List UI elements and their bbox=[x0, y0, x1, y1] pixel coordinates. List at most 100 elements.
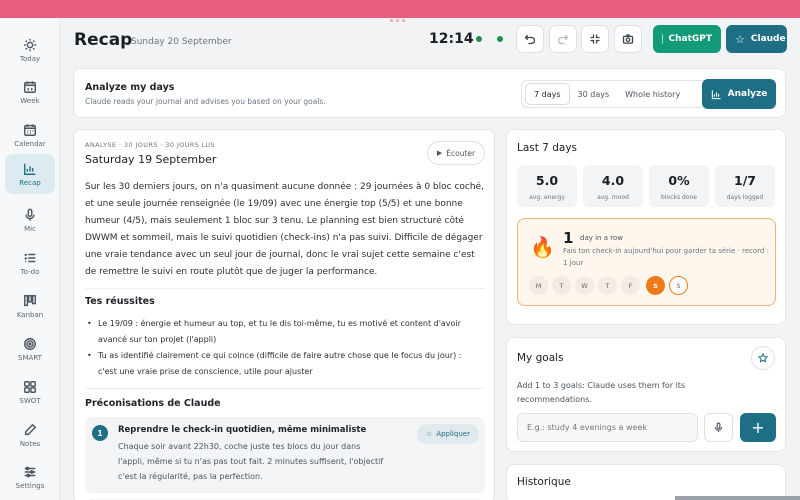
compact-view-button[interactable] bbox=[581, 25, 609, 53]
recommendation-title: Reprendre le check-in quotidien, même mi… bbox=[118, 425, 367, 435]
chatgpt-button[interactable]: ChatGPT bbox=[653, 25, 721, 53]
chart-icon bbox=[24, 163, 36, 175]
streak-day: T bbox=[552, 276, 571, 295]
recommendation-text: Chaque soir avant 22h30, coche juste tes… bbox=[118, 442, 384, 481]
sidebar-item-label: Recap bbox=[19, 178, 41, 187]
undo-button[interactable] bbox=[516, 25, 544, 53]
stat-value: 4.0 bbox=[601, 173, 625, 188]
apply-button-label: Appliquer bbox=[436, 430, 470, 438]
star-icon: ☆ bbox=[735, 32, 745, 46]
window-titlebar bbox=[0, 0, 800, 22]
sidebar-item-swot[interactable]: SWOT bbox=[5, 372, 55, 412]
listen-button-label: Écouter bbox=[446, 148, 476, 158]
sidebar-item-settings[interactable]: Settings bbox=[5, 457, 55, 497]
analyze-title: Analyze my days bbox=[85, 82, 175, 93]
chart-icon bbox=[711, 89, 721, 99]
kanban-icon bbox=[24, 294, 36, 306]
clock: 12:14 bbox=[429, 31, 474, 47]
sidebar-item-today[interactable]: Today bbox=[5, 30, 55, 70]
star-icon bbox=[758, 353, 768, 363]
goals-panel: My goals Add 1 to 3 goals: Claude uses t… bbox=[506, 337, 786, 452]
stat-label: days logged bbox=[726, 194, 764, 201]
claude-label: Claude bbox=[750, 34, 786, 44]
sidebar-item-label: SMART bbox=[18, 353, 42, 362]
streak-day: W bbox=[575, 276, 594, 295]
listen-button[interactable]: ▶ Écouter bbox=[427, 141, 485, 165]
stat-blocks-done: 0% blocks done bbox=[649, 165, 709, 207]
sidebar-item-calendar[interactable]: Calendar bbox=[5, 115, 55, 155]
sidebar-item-mic[interactable]: Mic bbox=[5, 200, 55, 240]
status-dot bbox=[497, 36, 503, 42]
wins-title: Tes réussites bbox=[85, 296, 155, 307]
goals-title: My goals bbox=[517, 352, 564, 364]
goal-input[interactable] bbox=[517, 413, 698, 442]
calendar-icon bbox=[24, 123, 36, 136]
target-icon bbox=[24, 337, 36, 350]
redo-button[interactable] bbox=[549, 25, 577, 53]
camera-icon bbox=[622, 34, 634, 44]
sidebar-item-notes[interactable]: Notes bbox=[5, 415, 55, 455]
recap-date: Saturday 19 September bbox=[85, 153, 217, 166]
range-option-30-days[interactable]: 30 days bbox=[570, 83, 618, 105]
divider bbox=[85, 288, 485, 289]
stat-value: 5.0 bbox=[535, 173, 559, 188]
sidebar-item-smart[interactable]: SMART bbox=[5, 329, 55, 369]
fire-icon: 🔥 bbox=[530, 235, 555, 259]
pencil-icon bbox=[24, 423, 37, 435]
recap-panel: ANALYSE · 30 JOURS · 30 JOURS LUS Saturd… bbox=[73, 129, 495, 500]
star-icon: ☆ bbox=[426, 430, 433, 438]
checklist-icon bbox=[24, 253, 36, 262]
sidebar-item-kanban[interactable]: Kanban bbox=[5, 286, 55, 326]
stat-value: 0% bbox=[668, 173, 690, 188]
claude-button[interactable]: ☆ Claude bbox=[726, 25, 787, 53]
list-item: Tu as identifié clairement ce qui coince… bbox=[85, 348, 480, 380]
redo-icon bbox=[557, 34, 569, 45]
analyze-button[interactable]: Analyze bbox=[702, 79, 776, 109]
recap-summary: Sur les 30 derniers jours, on n'a quasim… bbox=[85, 182, 484, 277]
stat-avg-energy: 5.0 avg. energy bbox=[517, 165, 577, 207]
stat-value: 1/7 bbox=[734, 173, 756, 188]
status-dot bbox=[476, 36, 482, 42]
streak-message: Fais ton check-in aujourd'hui pour garde… bbox=[563, 247, 769, 267]
streak-day-today: S bbox=[669, 276, 688, 295]
last-7-days-panel: Last 7 days 5.0 avg. energy 4.0 avg. moo… bbox=[506, 129, 786, 325]
sidebar-item-label: Today bbox=[19, 54, 41, 63]
page-header: Recap Sunday 20 September 12:14 ChatGPT … bbox=[60, 18, 800, 62]
recommendations-title: Préconisations de Claude bbox=[85, 398, 221, 409]
chatgpt-label: ChatGPT bbox=[668, 34, 712, 44]
sidebar-item-week[interactable]: Week bbox=[5, 72, 55, 112]
collapse-icon bbox=[590, 34, 600, 44]
streak-day: F bbox=[621, 276, 640, 295]
calendar-week-icon bbox=[24, 80, 36, 93]
sidebar-item-todo[interactable]: To-do bbox=[5, 243, 55, 283]
sidebar-item-label: To-do bbox=[20, 267, 40, 276]
plus-icon: + bbox=[751, 418, 765, 437]
sidebar-item-label: Notes bbox=[19, 439, 41, 448]
add-goal-button[interactable]: + bbox=[740, 413, 776, 442]
goals-star-button[interactable] bbox=[751, 346, 775, 370]
sidebar-item-recap[interactable]: Recap bbox=[5, 154, 55, 194]
grid-icon bbox=[24, 380, 36, 393]
range-option-whole-history[interactable]: Whole history bbox=[617, 83, 688, 105]
apply-button[interactable]: ☆ Appliquer bbox=[417, 424, 479, 444]
window-drag-handle[interactable] bbox=[390, 7, 410, 22]
sidebar-item-label: Settings bbox=[15, 481, 45, 490]
mic-icon bbox=[714, 422, 723, 432]
range-option-7-days[interactable]: 7 days bbox=[525, 83, 570, 105]
horizontal-scrollbar[interactable] bbox=[675, 496, 800, 500]
sidebar: Today Week Calendar Recap Mic To-do Kanb… bbox=[0, 18, 60, 500]
screenshot-button[interactable] bbox=[614, 25, 642, 53]
goal-mic-button[interactable] bbox=[704, 413, 733, 442]
analyze-panel: Analyze my days Claude reads your journa… bbox=[73, 68, 786, 118]
history-title: Historique bbox=[517, 476, 571, 488]
stat-label: avg. energy bbox=[529, 194, 565, 201]
mic-icon bbox=[25, 208, 35, 221]
play-icon: ▶ bbox=[436, 149, 443, 157]
page-title: Recap bbox=[74, 30, 133, 50]
list-item: Le 19/09 : énergie et humeur au top, et … bbox=[85, 316, 480, 348]
divider bbox=[85, 388, 485, 389]
undo-icon bbox=[524, 34, 536, 45]
streak-day: M bbox=[529, 276, 548, 295]
page-date: Sunday 20 September bbox=[131, 37, 232, 47]
goals-subtitle: Add 1 to 3 goals: Claude uses them for i… bbox=[517, 381, 686, 404]
